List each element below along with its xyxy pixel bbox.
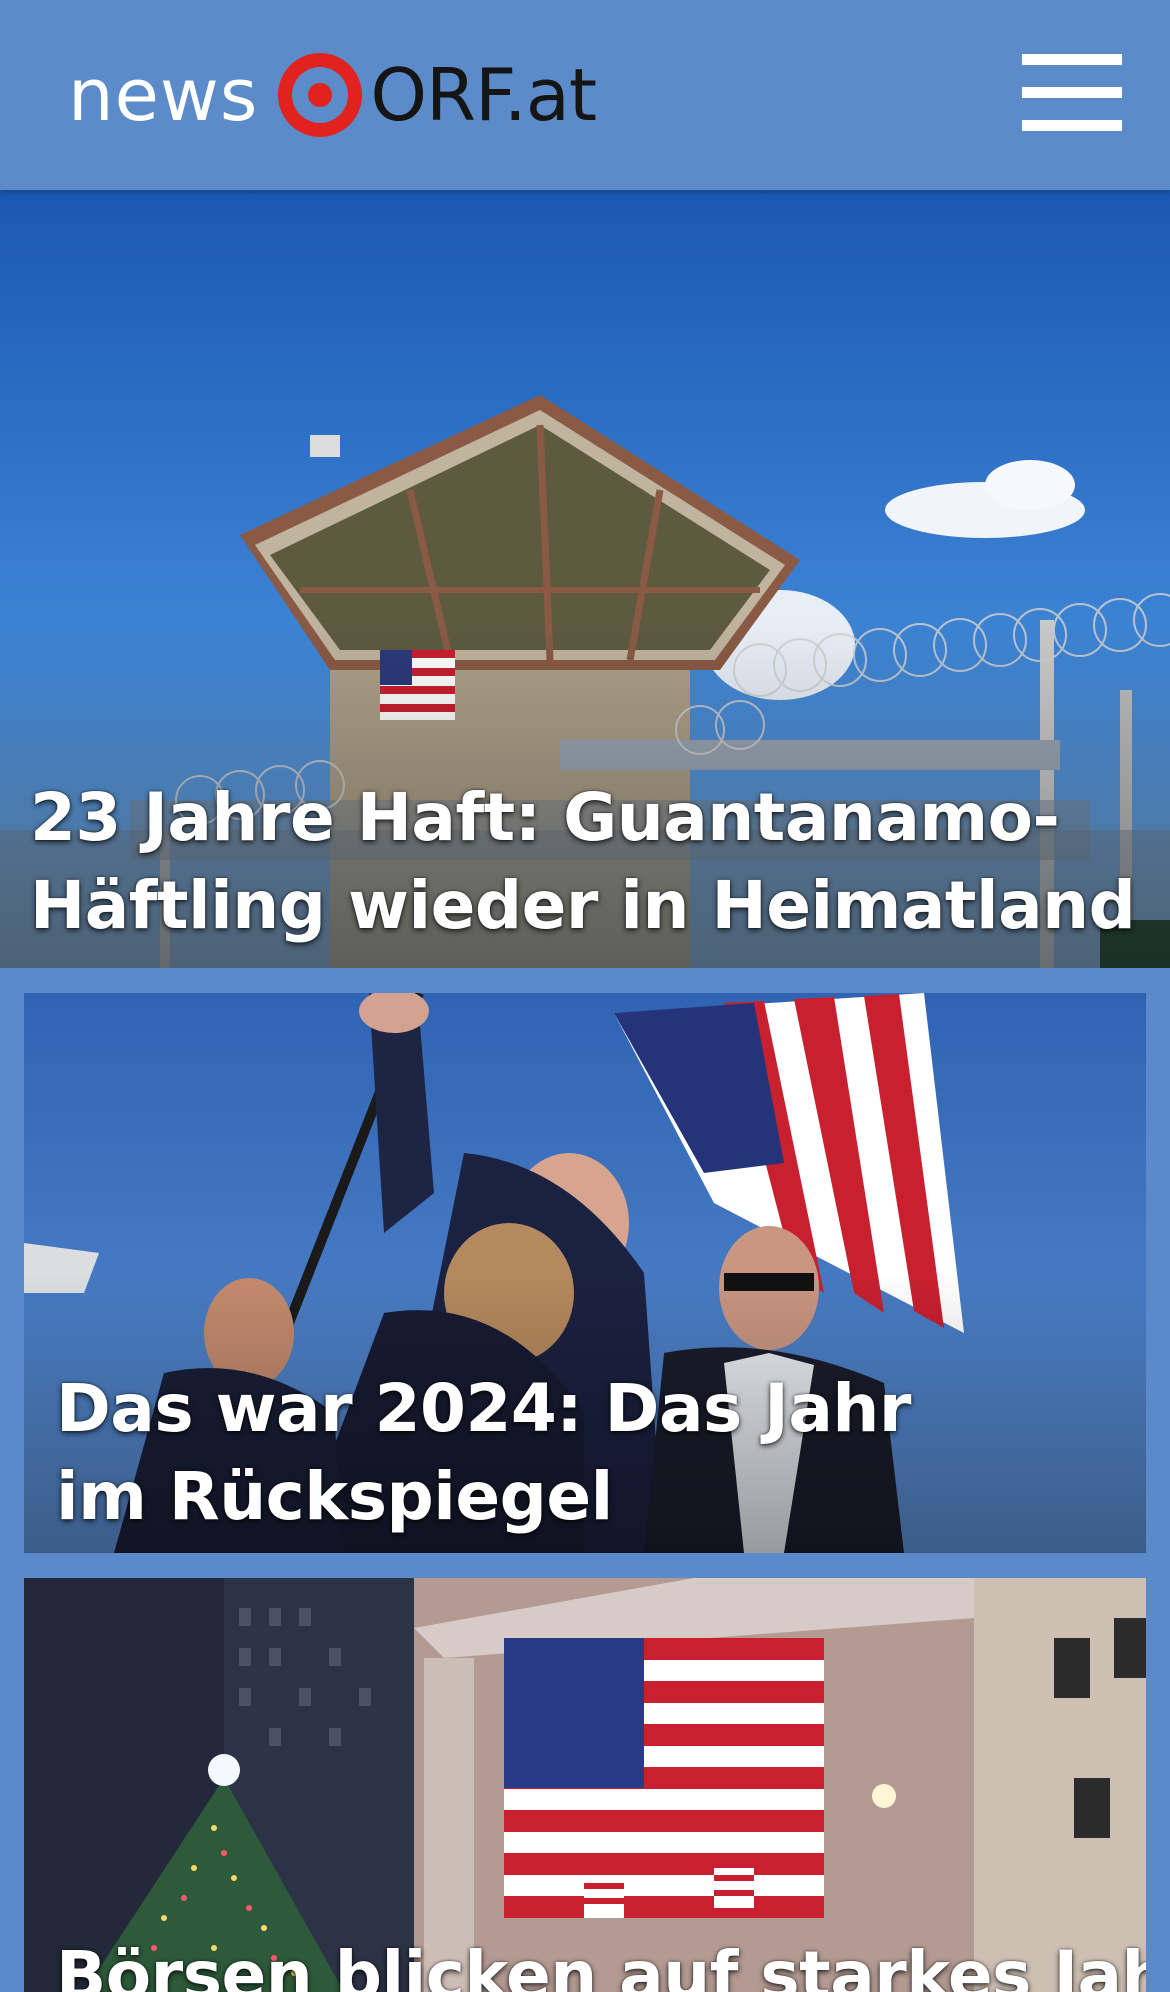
menu-bar [1022,87,1122,98]
story-title: 23 Jahre Haft: Guantanamo-Häftling wiede… [30,779,1136,944]
news-orf-logo[interactable]: news ORF.at [68,50,597,140]
story-title: Das war 2024: Das Jahr im Rückspiegel [56,1370,911,1535]
orf-target-icon [278,53,363,137]
menu-bar [1022,120,1122,131]
stock-exchange-flag-photo [24,1578,1146,1992]
story-title: Börsen blicken auf starkes Jahr [56,1937,1146,1992]
story-card-stock-markets[interactable]: Börsen blicken auf starkes Jahr [24,1578,1146,1992]
hamburger-menu-icon[interactable] [1022,48,1122,138]
app-header: news ORF.at [0,0,1170,190]
story-card-guantanamo[interactable]: 23 Jahre Haft: Guantanamo-Häftling wiede… [0,190,1170,968]
story-card-year-review[interactable]: Das war 2024: Das Jahr im Rückspiegel [24,993,1146,1553]
menu-bar [1022,54,1122,65]
logo-orf-text: ORF.at [370,53,597,137]
logo-news-text: news [68,53,259,137]
